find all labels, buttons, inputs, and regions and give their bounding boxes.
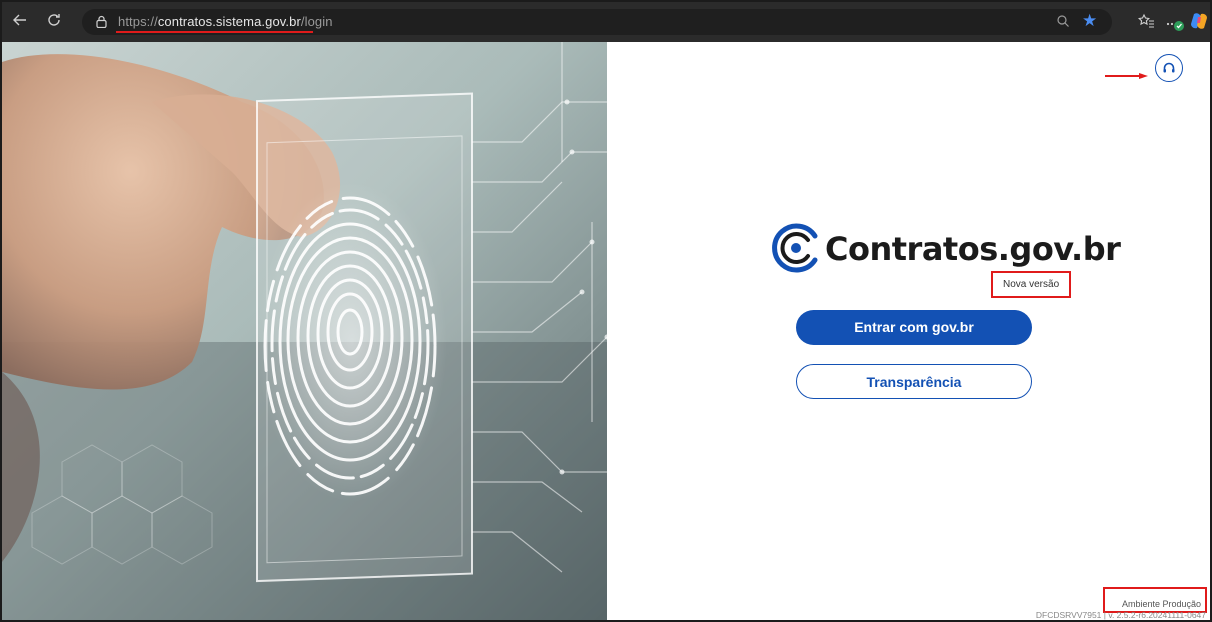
environment-label: Ambiente Produção [1121, 599, 1201, 609]
login-button-brand: gov.br [932, 319, 974, 335]
annotation-arrow [1105, 66, 1149, 79]
back-arrow-icon[interactable] [10, 12, 30, 32]
url-scheme: https:// [118, 14, 158, 29]
copilot-icon[interactable] [1190, 11, 1208, 31]
browser-toolbar: https://contratos.sistema.gov.br/login ★ [2, 2, 1210, 42]
url-text[interactable]: https://contratos.sistema.gov.br/login [118, 14, 333, 29]
star-icon[interactable]: ★ [1082, 11, 1100, 31]
screenshot-frame: https://contratos.sistema.gov.br/login ★ [0, 0, 1212, 622]
url-highlight-underline [116, 31, 313, 33]
url-host: contratos.sistema.gov.br [157, 14, 301, 29]
favorites-icon[interactable] [1137, 12, 1157, 32]
login-button-prefix: Entrar com [854, 319, 933, 335]
refresh-icon[interactable] [44, 12, 64, 32]
contratos-logo-icon [769, 222, 821, 274]
extensions-icon[interactable] [1165, 12, 1187, 32]
brand-name: Contratos.gov.br [825, 230, 1121, 268]
zoom-icon[interactable] [1056, 14, 1072, 30]
build-version-label: DFCDSRVV7951 | v. 2.5.2-r6.20241111-0647 [1035, 610, 1206, 620]
support-headset-button[interactable] [1155, 54, 1183, 82]
hero-image [2, 42, 607, 620]
url-path: /login [300, 14, 333, 29]
login-panel: Contratos.gov.br Nova versão Entrar com … [607, 42, 1210, 620]
lock-icon[interactable] [96, 15, 107, 29]
address-bar[interactable]: https://contratos.sistema.gov.br/login ★ [82, 9, 1112, 35]
headset-icon [1163, 62, 1175, 73]
version-label: Nova versão [1003, 279, 1060, 290]
version-highlight-box: Nova versão [991, 271, 1071, 298]
login-govbr-button[interactable]: Entrar com gov.br [796, 310, 1032, 345]
transparency-button[interactable]: Transparência [796, 364, 1032, 399]
